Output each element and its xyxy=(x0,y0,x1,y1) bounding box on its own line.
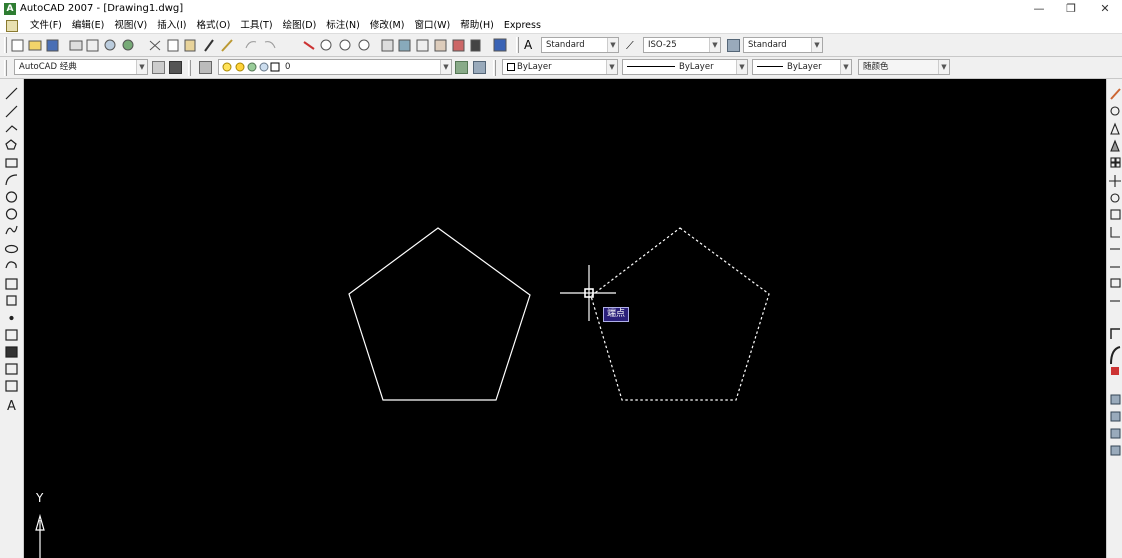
modify-toolbar xyxy=(1106,79,1122,558)
draworder-under-icon xyxy=(1110,445,1121,456)
offset-icon xyxy=(1110,139,1120,152)
rotate-icon xyxy=(1110,193,1120,203)
ucs-icon xyxy=(35,513,45,558)
chamfer-icon xyxy=(1110,328,1120,339)
object-snap-tooltip: 端点 xyxy=(603,307,630,322)
stretch-icon xyxy=(1110,227,1120,238)
array-icon xyxy=(1110,157,1116,163)
explode-icon xyxy=(1111,367,1119,375)
modify-toolbar-icons xyxy=(1109,88,1121,456)
drawing-overlay xyxy=(35,227,770,558)
move-icon xyxy=(1109,175,1121,187)
draworder-front-icon xyxy=(1110,394,1121,405)
break-at-point-icon xyxy=(1110,278,1121,288)
fillet-icon xyxy=(1110,346,1121,365)
draworder-back-icon xyxy=(1110,411,1121,422)
copy-object-icon xyxy=(1110,106,1120,116)
scale-icon xyxy=(1110,209,1121,220)
ucs-y-axis-label: Y xyxy=(36,491,44,505)
mirror-icon xyxy=(1110,122,1120,135)
pentagon-solid[interactable] xyxy=(348,227,531,401)
draworder-above-icon xyxy=(1110,428,1121,439)
erase-icon xyxy=(1110,88,1121,100)
